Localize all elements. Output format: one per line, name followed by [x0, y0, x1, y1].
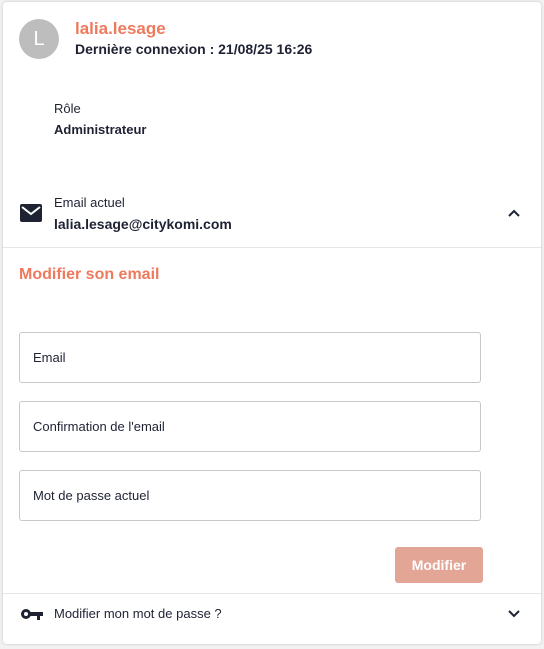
current-password-placeholder: Mot de passe actuel: [33, 488, 150, 503]
avatar-initial: L: [33, 27, 45, 50]
chevron-up-icon[interactable]: [507, 208, 521, 218]
divider: [3, 247, 541, 248]
current-email-label: Email actuel: [54, 195, 125, 210]
current-password-field[interactable]: Mot de passe actuel: [19, 470, 481, 521]
key-icon: [21, 609, 43, 620]
email-field[interactable]: Email: [19, 332, 481, 383]
role-label: Rôle: [54, 101, 81, 116]
current-email-value: lalia.lesage@citykomi.com: [54, 216, 232, 232]
avatar: L: [19, 19, 59, 59]
username: lalia.lesage: [75, 19, 166, 38]
divider: [3, 593, 541, 594]
email-field-placeholder: Email: [33, 350, 66, 365]
chevron-down-icon[interactable]: [507, 609, 521, 619]
email-confirm-field[interactable]: Confirmation de l'email: [19, 401, 481, 452]
submit-email-button[interactable]: Modifier: [395, 547, 483, 583]
edit-email-title: Modifier son email: [19, 266, 160, 283]
last-login: Dernière connexion : 21/08/25 16:26: [75, 41, 313, 57]
mail-icon: [20, 204, 42, 222]
email-confirm-placeholder: Confirmation de l'email: [33, 419, 165, 434]
role-value: Administrateur: [54, 122, 147, 137]
change-password-toggle[interactable]: Modifier mon mot de passe ?: [54, 606, 222, 621]
